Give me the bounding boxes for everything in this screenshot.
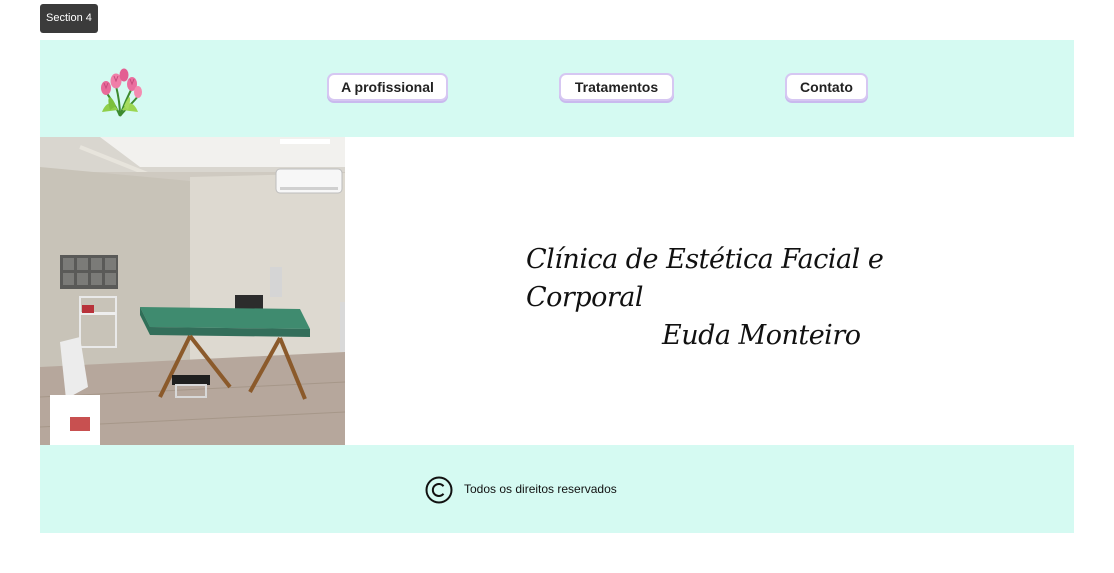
clinic-title: Clínica de Estética Facial e Corporal Eu… — [510, 241, 910, 355]
clinic-title-line-2: Euda Monteiro — [662, 320, 861, 351]
nav-contato-button[interactable]: Contato — [785, 73, 868, 101]
page-frame: A profissional Tratamentos Contato Clíni… — [40, 40, 1074, 533]
nav-a-profissional-button[interactable]: A profissional — [327, 73, 448, 101]
copyright-text: Todos os direitos reservados — [464, 482, 617, 496]
section-tag: Section 4 — [40, 4, 98, 33]
tulip-bouquet-icon[interactable] — [96, 66, 144, 118]
clinic-title-line-1: Clínica de Estética Facial e Corporal — [526, 244, 884, 313]
site-footer: Todos os direitos reservados — [40, 445, 1074, 533]
nav-tratamentos-button[interactable]: Tratamentos — [559, 73, 674, 101]
clinic-room-photo — [40, 137, 345, 445]
site-header: A profissional Tratamentos Contato — [40, 40, 1074, 137]
copyright-icon — [425, 476, 453, 504]
hero-section: Clínica de Estética Facial e Corporal Eu… — [40, 137, 1074, 445]
